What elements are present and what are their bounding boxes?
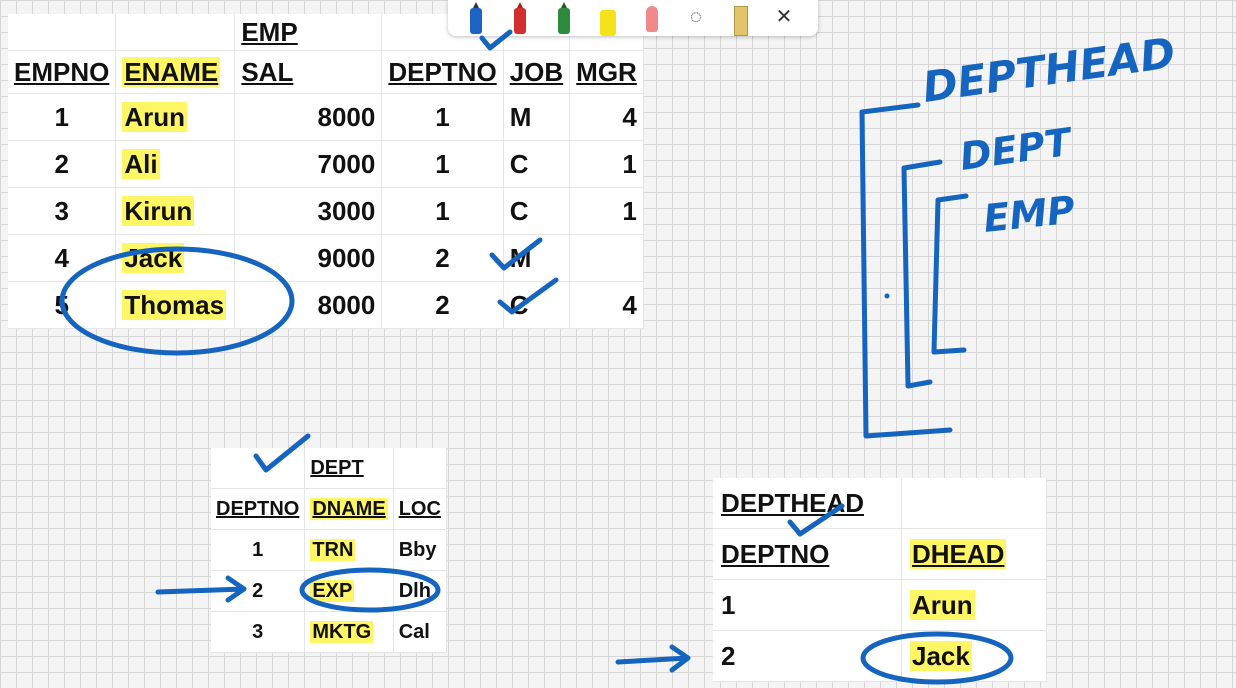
depthead-table: DEPTHEAD DEPTNO DHEAD 1 Arun 2 Jack <box>713 478 1047 682</box>
bracket-emp <box>931 193 969 355</box>
lasso-icon[interactable]: ◌ <box>676 0 716 36</box>
depthead-table-title: DEPTHEAD <box>713 478 902 529</box>
eraser-icon[interactable] <box>632 0 672 36</box>
col-deptno: DEPTNO <box>211 488 306 530</box>
col-loc: LOC <box>393 488 447 530</box>
arrow-depthead-2 <box>615 644 691 673</box>
col-job: JOB <box>503 50 571 94</box>
table-row: 1 Arun <box>713 579 1047 631</box>
table-row: 4 Jack 9000 2 M <box>8 234 644 282</box>
table-row: 2 EXP Dlh <box>211 570 447 612</box>
col-dname: DNAME <box>304 488 394 530</box>
dept-table-title: DEPT <box>304 448 394 489</box>
table-row: 3 Kirun 3000 1 C 1 <box>8 187 644 235</box>
ink-text-dept: DEPT <box>957 119 1076 178</box>
close-icon[interactable]: ✕ <box>764 0 804 36</box>
col-mgr: MGR <box>569 50 644 94</box>
bracket-depthead <box>859 102 953 439</box>
cursor-dot <box>884 293 890 299</box>
table-row: 5 Thomas 8000 2 C 4 <box>8 281 644 329</box>
col-deptno: DEPTNO <box>713 528 902 580</box>
table-row: 3 MKTG Cal <box>211 611 447 653</box>
green-pen-icon[interactable] <box>544 0 584 36</box>
table-row: 1 Arun 8000 1 M 4 <box>8 93 644 141</box>
table-row: 1 TRN Bby <box>211 529 447 571</box>
col-sal: SAL <box>234 50 383 94</box>
bracket-dept <box>901 159 943 389</box>
table-row: 2 Ali 7000 1 C 1 <box>8 140 644 188</box>
ink-text-emp: EMP <box>981 188 1077 241</box>
ink-text-depthead: DEPTHEAD <box>920 28 1179 112</box>
table-row: 2 Jack <box>713 630 1047 682</box>
col-ename: ENAME <box>115 50 236 94</box>
ink-toolbar: ◌ ✕ <box>448 0 818 36</box>
red-pen-icon[interactable] <box>500 0 540 36</box>
col-deptno: DEPTNO <box>381 50 504 94</box>
ruler-icon[interactable] <box>720 0 760 36</box>
col-empno: EMPNO <box>8 50 117 94</box>
emp-table-title: EMP <box>234 14 383 51</box>
emp-table: EMP EMPNO ENAME SAL DEPTNO JOB MGR 1 Aru… <box>8 14 644 329</box>
highlighter-icon[interactable] <box>588 0 628 36</box>
dept-table: DEPT DEPTNO DNAME LOC 1 TRN Bby 2 EXP Dl… <box>211 448 447 653</box>
ballpoint-pen-icon[interactable] <box>456 0 496 36</box>
col-dhead: DHEAD <box>901 528 1047 580</box>
